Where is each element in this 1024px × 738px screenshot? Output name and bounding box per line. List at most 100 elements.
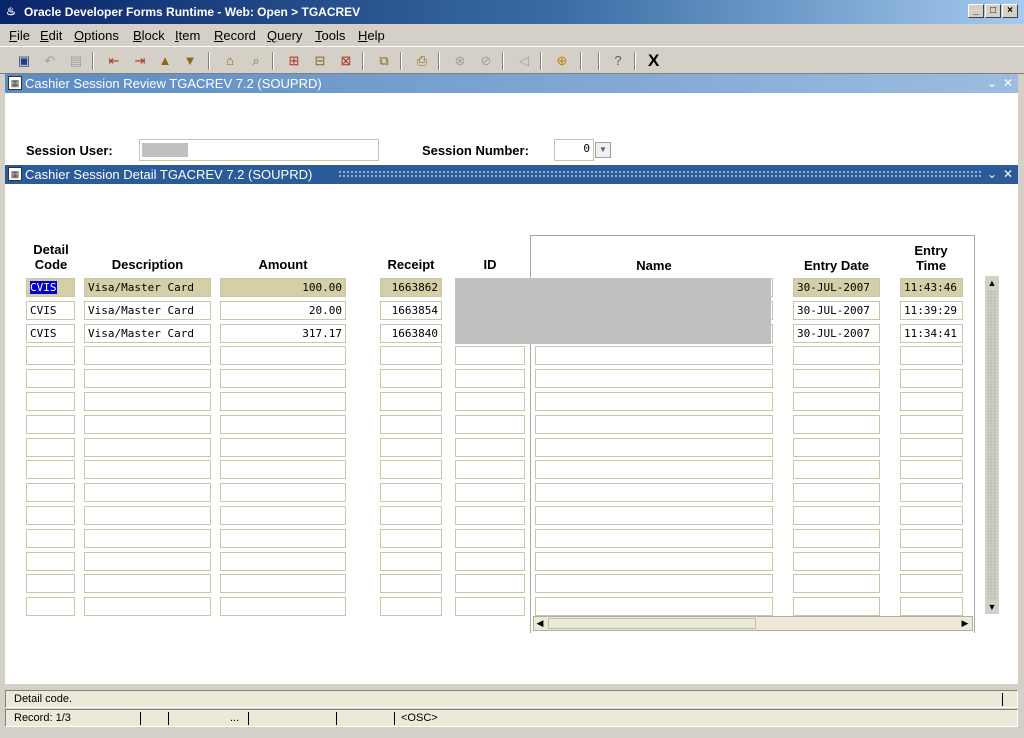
menu-item[interactable]: Item xyxy=(175,28,200,43)
cell-entry-time[interactable]: 11:39:29 xyxy=(900,301,963,320)
cell-entry-date[interactable] xyxy=(793,369,880,388)
cell-amount[interactable] xyxy=(220,460,346,479)
cell-amount[interactable] xyxy=(220,369,346,388)
cell-entry-date[interactable] xyxy=(793,392,880,411)
cell-entry-date[interactable] xyxy=(793,506,880,525)
scroll-down-icon[interactable]: ▼ xyxy=(985,600,999,614)
save-icon[interactable]: ▣ xyxy=(14,51,34,71)
cell-receipt[interactable] xyxy=(380,460,442,479)
cell-code[interactable] xyxy=(26,392,75,411)
session-user-field[interactable] xyxy=(139,139,379,161)
cell-id[interactable] xyxy=(455,529,525,548)
cell-code[interactable]: CVIS xyxy=(26,278,75,297)
cell-id[interactable] xyxy=(455,597,525,616)
cell-description[interactable] xyxy=(84,574,211,593)
cancel-query-icon[interactable]: ⊗ xyxy=(450,51,470,71)
cell-description[interactable] xyxy=(84,346,211,365)
cell-receipt[interactable] xyxy=(380,438,442,457)
cell-amount[interactable] xyxy=(220,392,346,411)
panel-close-icon[interactable]: ✕ xyxy=(1003,76,1013,90)
cell-code[interactable] xyxy=(26,552,75,571)
cell-entry-time[interactable] xyxy=(900,552,963,571)
panel-minimize-icon[interactable]: ⌄ xyxy=(987,167,997,181)
scroll-left-icon[interactable]: ◀ xyxy=(534,617,546,630)
cell-name[interactable] xyxy=(535,460,773,479)
cell-id[interactable] xyxy=(455,483,525,502)
cell-description[interactable] xyxy=(84,552,211,571)
cell-description[interactable] xyxy=(84,460,211,479)
horizontal-scrollbar[interactable]: ◀ ▶ xyxy=(533,616,973,631)
cell-amount[interactable] xyxy=(220,346,346,365)
cell-entry-date[interactable] xyxy=(793,597,880,616)
cell-id[interactable] xyxy=(455,415,525,434)
cell-entry-time[interactable] xyxy=(900,369,963,388)
enter-query-icon[interactable]: ⌂ xyxy=(220,51,240,71)
vertical-scrollbar[interactable]: ▲ ▼ xyxy=(985,276,999,614)
cell-id[interactable] xyxy=(455,552,525,571)
cell-receipt[interactable]: 1663862 xyxy=(380,278,442,297)
cell-name[interactable] xyxy=(535,392,773,411)
cell-id[interactable] xyxy=(455,369,525,388)
cell-description[interactable] xyxy=(84,438,211,457)
cell-description[interactable] xyxy=(84,529,211,548)
speaker-icon[interactable]: ◁ xyxy=(514,51,534,71)
session-number-dropdown-icon[interactable]: ▼ xyxy=(595,142,611,158)
previous-record-icon[interactable]: ▲ xyxy=(155,51,175,71)
cell-entry-date[interactable]: 30-JUL-2007 xyxy=(793,324,880,343)
cell-receipt[interactable] xyxy=(380,369,442,388)
panel-minimize-icon[interactable]: ⌄ xyxy=(987,76,997,90)
cell-code[interactable] xyxy=(26,460,75,479)
cell-amount[interactable] xyxy=(220,483,346,502)
cell-entry-date[interactable] xyxy=(793,552,880,571)
cell-amount[interactable] xyxy=(220,597,346,616)
menu-block[interactable]: Block xyxy=(133,28,165,43)
cell-amount[interactable] xyxy=(220,574,346,593)
print-page-icon[interactable]: ▤ xyxy=(66,51,86,71)
cell-id[interactable] xyxy=(455,506,525,525)
cell-id[interactable] xyxy=(455,574,525,593)
cell-receipt[interactable]: 1663854 xyxy=(380,301,442,320)
horizontal-scroll-thumb[interactable] xyxy=(548,618,756,629)
cell-code[interactable] xyxy=(26,369,75,388)
cell-name[interactable] xyxy=(535,483,773,502)
cell-entry-date[interactable] xyxy=(793,483,880,502)
rollback-icon[interactable]: ↶ xyxy=(40,51,60,71)
cell-name[interactable] xyxy=(535,346,773,365)
cell-receipt[interactable] xyxy=(380,415,442,434)
cell-description[interactable]: Visa/Master Card xyxy=(84,324,211,343)
cell-name[interactable] xyxy=(535,597,773,616)
cell-description[interactable] xyxy=(84,483,211,502)
panel-close-icon[interactable]: ✕ xyxy=(1003,167,1013,181)
menu-edit[interactable]: Edit xyxy=(40,28,62,43)
cell-entry-date[interactable] xyxy=(793,438,880,457)
cell-name[interactable] xyxy=(535,438,773,457)
cell-amount[interactable]: 100.00 xyxy=(220,278,346,297)
cell-receipt[interactable] xyxy=(380,506,442,525)
cell-code[interactable] xyxy=(26,483,75,502)
cell-amount[interactable]: 317.17 xyxy=(220,324,346,343)
cell-id[interactable] xyxy=(455,438,525,457)
exit-button[interactable]: X xyxy=(648,51,659,71)
cell-amount[interactable] xyxy=(220,506,346,525)
cell-receipt[interactable] xyxy=(380,529,442,548)
cell-description[interactable] xyxy=(84,506,211,525)
cell-name[interactable] xyxy=(535,552,773,571)
cell-code[interactable] xyxy=(26,597,75,616)
cell-name[interactable] xyxy=(535,529,773,548)
menu-tools[interactable]: Tools xyxy=(315,28,345,43)
cell-code[interactable] xyxy=(26,415,75,434)
cell-name[interactable] xyxy=(535,369,773,388)
cell-id[interactable] xyxy=(455,346,525,365)
cell-amount[interactable]: 20.00 xyxy=(220,301,346,320)
cell-entry-time[interactable] xyxy=(900,483,963,502)
previous-block-icon[interactable]: ⇤ xyxy=(104,51,124,71)
cell-amount[interactable] xyxy=(220,552,346,571)
cell-code[interactable]: CVIS xyxy=(26,301,75,320)
cell-entry-time[interactable] xyxy=(900,392,963,411)
cell-receipt[interactable] xyxy=(380,483,442,502)
cell-entry-date[interactable] xyxy=(793,460,880,479)
clear-form-icon[interactable]: ⊘ xyxy=(476,51,496,71)
cell-entry-date[interactable] xyxy=(793,574,880,593)
cell-code[interactable] xyxy=(26,529,75,548)
close-button[interactable]: × xyxy=(1002,4,1018,18)
